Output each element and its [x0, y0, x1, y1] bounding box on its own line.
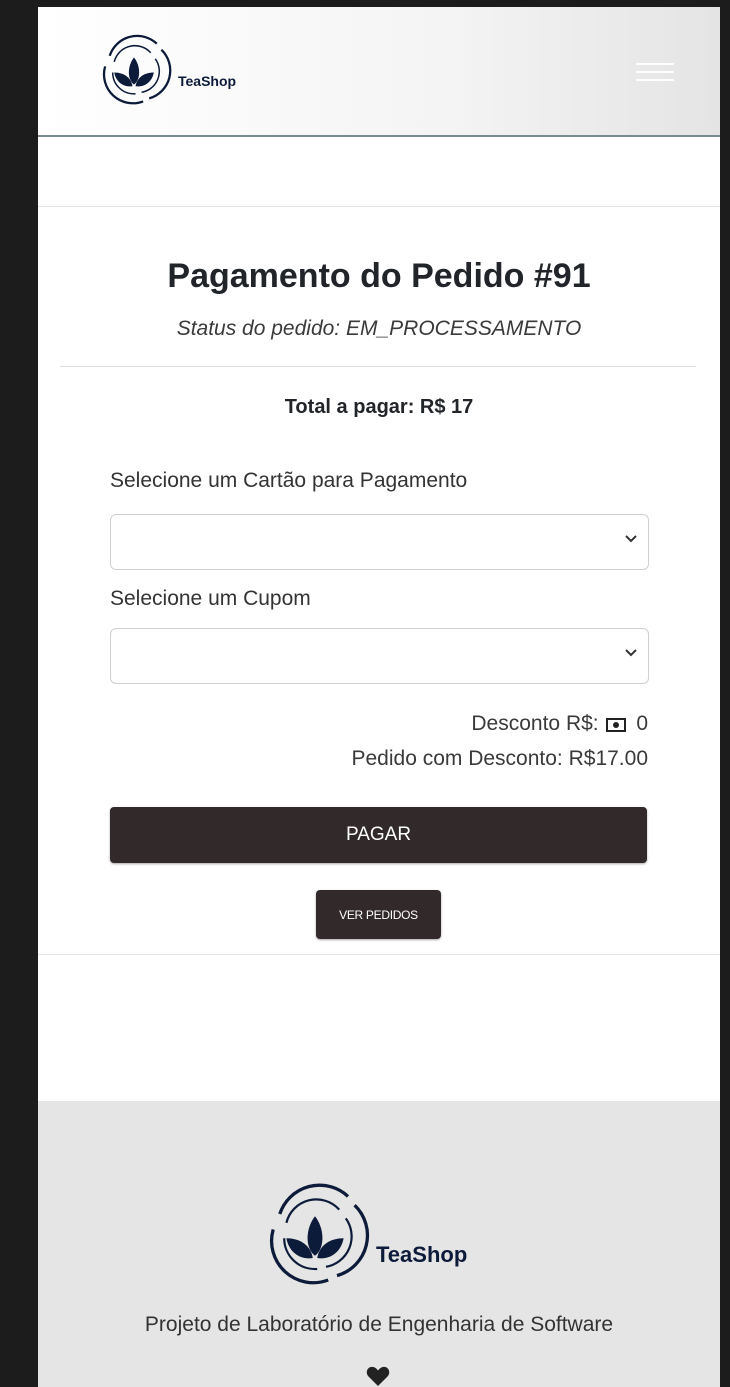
chevron-down-icon — [625, 535, 637, 543]
payment-card: Pagamento do Pedido #91 Status do pedido… — [38, 206, 720, 955]
discount-value: 0 — [636, 712, 648, 735]
teashop-logo-icon — [269, 1183, 370, 1285]
order-status: Status do pedido: EM_PROCESSAMENTO — [176, 317, 582, 340]
page: TeaShop Pagamento do Pedido #91 Status d… — [38, 7, 720, 1387]
card-select[interactable] — [110, 514, 649, 570]
total-to-pay: Total a pagar: R$ 17 — [284, 396, 474, 418]
footer-brand-name: TeaShop — [376, 1242, 468, 1267]
hamburger-icon[interactable] — [636, 57, 674, 87]
chevron-down-icon — [625, 649, 637, 657]
brand-name: TeaShop — [178, 73, 237, 89]
discounted-total: Pedido com Desconto: R$17.00 — [351, 747, 648, 770]
coupon-select[interactable] — [110, 628, 649, 684]
page-title: Pagamento do Pedido #91 — [167, 257, 591, 295]
view-orders-button[interactable]: VER PEDIDOS — [316, 890, 441, 939]
brand-link[interactable]: TeaShop — [96, 33, 236, 109]
discount-row: Desconto R$: 0 — [471, 712, 648, 736]
card-select-label: Selecione um Cartão para Pagamento — [110, 469, 468, 492]
teashop-logo-icon — [102, 34, 172, 105]
divider — [60, 366, 696, 367]
heart-icon — [366, 1366, 390, 1386]
money-bill-icon — [606, 718, 627, 732]
discount-label: Desconto R$: — [471, 712, 599, 735]
footer-brand: TeaShop — [260, 1181, 467, 1291]
site-header: TeaShop — [38, 7, 720, 137]
coupon-select-label: Selecione um Cupom — [110, 587, 311, 610]
footer-description: Projeto de Laboratório de Engenharia de … — [144, 1313, 614, 1336]
pay-button[interactable]: PAGAR — [110, 807, 647, 863]
site-footer: TeaShop Projeto de Laboratório de Engenh… — [38, 1101, 720, 1387]
